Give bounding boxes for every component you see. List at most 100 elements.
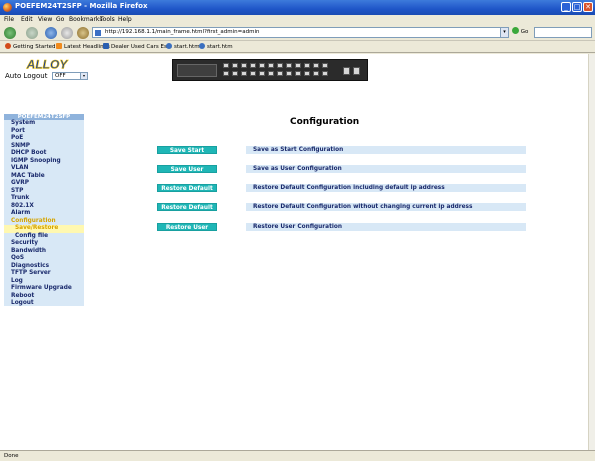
- bookmark-dealer-used-cars[interactable]: Dealer Used Cars Es...: [103, 43, 172, 50]
- sidebar-item-configuration[interactable]: Configuration: [4, 218, 84, 226]
- sidebar-item-snmp[interactable]: SNMP: [4, 143, 84, 151]
- switch-port: [322, 63, 328, 68]
- switch-port: [232, 63, 238, 68]
- switch-port: [259, 71, 265, 76]
- switch-device-image: [172, 59, 368, 81]
- auto-logout-label: Auto Logout: [5, 72, 48, 80]
- auto-logout-value: OFF: [55, 73, 66, 79]
- sidebar-menu: POEFEM24T2SFP System Port PoE SNMP DHCP …: [4, 114, 84, 306]
- rss-icon: [56, 43, 62, 49]
- sidebar-item-stp[interactable]: STP: [4, 188, 84, 196]
- switch-port: [268, 63, 274, 68]
- restore-default-keep-ip-description: Restore Default Configuration without ch…: [246, 203, 526, 211]
- menu-bookmarks[interactable]: Bookmarks: [69, 16, 103, 23]
- switch-port: [250, 71, 256, 76]
- save-start-description: Save as Start Configuration: [246, 146, 526, 154]
- firefox-icon: [3, 3, 12, 12]
- sfp-port: [353, 67, 360, 75]
- bookmark-getting-started[interactable]: Getting Started: [5, 43, 56, 50]
- switch-port: [286, 63, 292, 68]
- close-button[interactable]: ✕: [583, 2, 593, 12]
- switch-port: [313, 63, 319, 68]
- switch-port: [304, 63, 310, 68]
- menu-help[interactable]: Help: [118, 16, 132, 23]
- sidebar-item-poe[interactable]: PoE: [4, 135, 84, 143]
- save-user-description: Save as User Configuration: [246, 165, 526, 173]
- stop-icon[interactable]: [61, 27, 73, 39]
- sidebar-item-qos[interactable]: QoS: [4, 255, 84, 263]
- save-user-button[interactable]: Save User: [157, 165, 217, 173]
- vertical-scrollbar[interactable]: [588, 54, 595, 450]
- sidebar-item-port[interactable]: Port: [4, 128, 84, 136]
- go-label: Go: [520, 29, 529, 35]
- sidebar-item-log[interactable]: Log: [4, 278, 84, 286]
- switch-port: [277, 71, 283, 76]
- sidebar-item-mac-table[interactable]: MAC Table: [4, 173, 84, 181]
- page-icon: [95, 30, 101, 36]
- minimize-button[interactable]: _: [561, 2, 571, 12]
- sidebar-item-diagnostics[interactable]: Diagnostics: [4, 263, 84, 271]
- save-start-button[interactable]: Save Start: [157, 146, 217, 154]
- chevron-down-icon: ▾: [80, 73, 87, 79]
- sidebar-item-vlan[interactable]: VLAN: [4, 165, 84, 173]
- menu-edit[interactable]: Edit: [21, 16, 33, 23]
- switch-port: [232, 71, 238, 76]
- back-icon[interactable]: [4, 27, 16, 39]
- svg-text:ALLOY: ALLOY: [26, 58, 69, 71]
- status-text: Done: [4, 453, 19, 459]
- switch-port: [223, 63, 229, 68]
- switch-port: [241, 63, 247, 68]
- restore-default-keep-ip-button[interactable]: Restore Default: [157, 203, 217, 211]
- sidebar-item-tftp-server[interactable]: TFTP Server: [4, 270, 84, 278]
- sidebar-item-security[interactable]: Security: [4, 240, 84, 248]
- alloy-logo: ALLOY: [24, 58, 70, 71]
- switch-port: [304, 71, 310, 76]
- device-panel: [177, 64, 217, 77]
- go-button[interactable]: Go: [512, 27, 532, 38]
- address-bar[interactable]: http://192.168.1.1/main_frame.html?first…: [92, 27, 509, 38]
- sidebar-item-save-restore[interactable]: Save/Restore: [4, 225, 84, 233]
- forward-icon[interactable]: [26, 27, 38, 39]
- sidebar-item-bandwidth[interactable]: Bandwidth: [4, 248, 84, 256]
- switch-port: [268, 71, 274, 76]
- switch-port: [277, 63, 283, 68]
- restore-user-button[interactable]: Restore User: [157, 223, 217, 231]
- sidebar-item-8021x[interactable]: 802.1X: [4, 203, 84, 211]
- sidebar-item-firmware-upgrade[interactable]: Firmware Upgrade: [4, 285, 84, 293]
- switch-port: [295, 63, 301, 68]
- sidebar-item-dhcp-boot[interactable]: DHCP Boot: [4, 150, 84, 158]
- menu-tools[interactable]: Tools: [100, 16, 115, 23]
- page-icon: [103, 43, 109, 49]
- bookmark-start-1[interactable]: start.htm: [166, 43, 200, 50]
- switch-port: [259, 63, 265, 68]
- address-text: http://192.168.1.1/main_frame.html?first…: [105, 29, 260, 35]
- switch-port: [295, 71, 301, 76]
- auto-logout-select[interactable]: OFF ▾: [52, 72, 88, 80]
- switch-port: [223, 71, 229, 76]
- address-dropdown-icon[interactable]: ▾: [500, 28, 508, 37]
- sidebar-item-gvrp[interactable]: GVRP: [4, 180, 84, 188]
- sidebar-item-reboot[interactable]: Reboot: [4, 293, 84, 301]
- sidebar-item-igmp-snooping[interactable]: IGMP Snooping: [4, 158, 84, 166]
- menu-bar: File Edit View Go Bookmarks Tools Help: [0, 15, 595, 25]
- switch-port: [322, 71, 328, 76]
- bookmark-latest-headlines[interactable]: Latest Headlines: [56, 43, 110, 50]
- firefox-icon: [5, 43, 11, 49]
- menu-view[interactable]: View: [38, 16, 52, 23]
- switch-port: [313, 71, 319, 76]
- sidebar-item-trunk[interactable]: Trunk: [4, 195, 84, 203]
- sidebar-item-alarm[interactable]: Alarm: [4, 210, 84, 218]
- home-icon[interactable]: [77, 27, 89, 39]
- bookmarks-toolbar: Getting Started Latest Headlines Dealer …: [0, 42, 595, 53]
- maximize-button[interactable]: □: [572, 2, 582, 12]
- search-input[interactable]: [534, 27, 592, 38]
- sidebar-item-logout[interactable]: Logout: [4, 300, 84, 308]
- restore-default-button[interactable]: Restore Default: [157, 184, 217, 192]
- reload-icon[interactable]: [45, 27, 57, 39]
- bookmark-start-2[interactable]: start.htm: [199, 43, 233, 50]
- menu-go[interactable]: Go: [56, 16, 64, 23]
- switch-port: [241, 71, 247, 76]
- sidebar-item-system[interactable]: System: [4, 120, 84, 128]
- sidebar-item-config-file[interactable]: Config file: [4, 233, 84, 241]
- menu-file[interactable]: File: [4, 16, 14, 23]
